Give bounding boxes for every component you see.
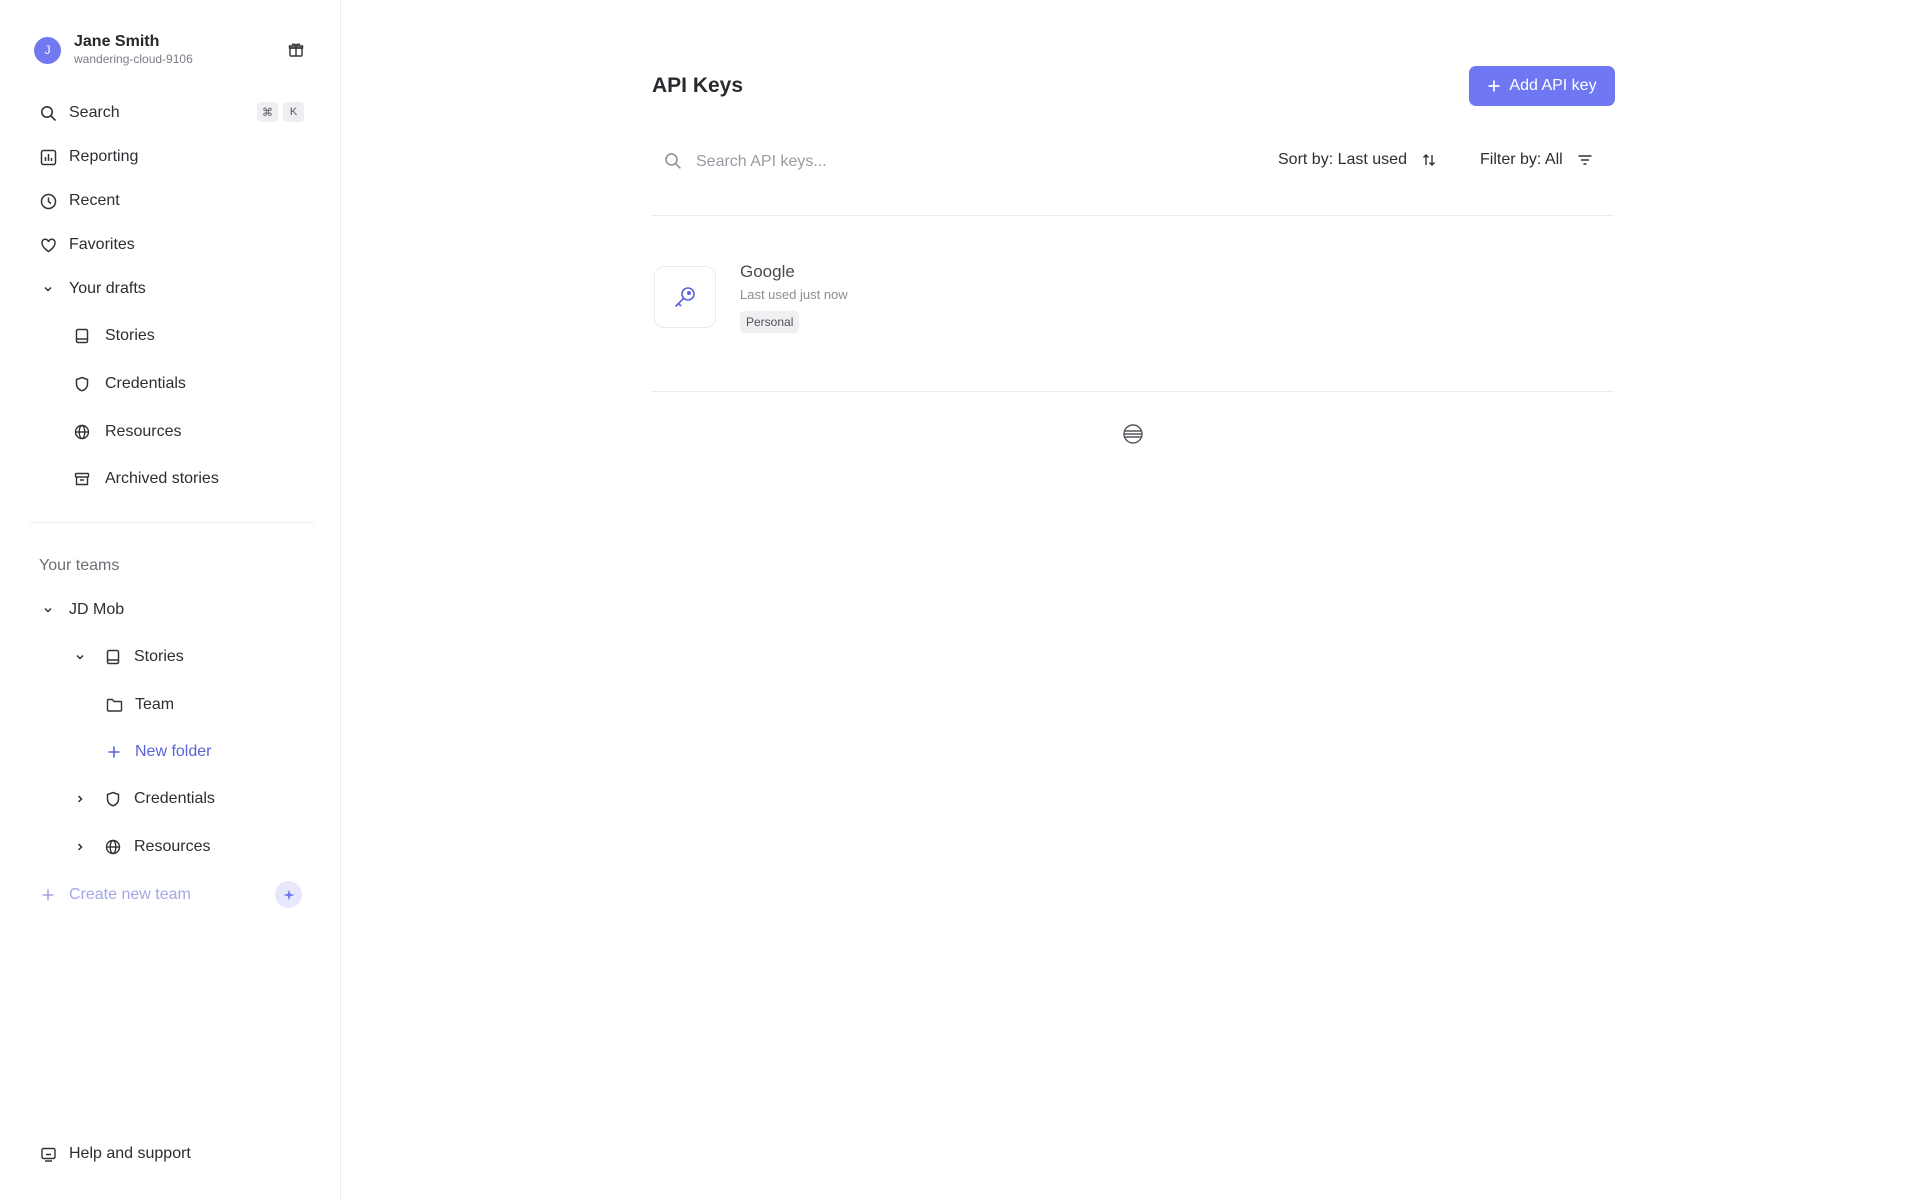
sort-arrows-icon bbox=[1422, 154, 1435, 166]
filter-label: Filter by: All bbox=[1480, 151, 1563, 168]
new-folder-label: New folder bbox=[135, 743, 212, 760]
page-title: API Keys bbox=[652, 74, 744, 97]
heart-icon bbox=[38, 235, 58, 255]
sidebar-item-reporting[interactable]: Reporting bbox=[38, 144, 138, 170]
user-menu[interactable]: J Jane Smith wandering-cloud-9106 bbox=[34, 32, 306, 68]
sidebar-item-drafts-stories[interactable]: Stories bbox=[72, 323, 155, 349]
sidebar-item-label: Recent bbox=[69, 192, 120, 209]
sidebar-item-team-credentials[interactable]: Credentials bbox=[72, 786, 215, 812]
add-api-key-label: Add API key bbox=[1509, 77, 1597, 94]
help-support-label: Help and support bbox=[69, 1145, 191, 1162]
bar-chart-icon bbox=[38, 147, 58, 167]
sidebar-item-drafts-credentials[interactable]: Credentials bbox=[72, 371, 186, 397]
search-input[interactable] bbox=[696, 147, 1196, 177]
sparkle-icon[interactable] bbox=[275, 881, 302, 908]
sidebar-item-label: Archived stories bbox=[105, 470, 219, 487]
k-key: K bbox=[283, 102, 304, 122]
avatar[interactable]: J bbox=[34, 36, 61, 64]
chevron-right-icon[interactable] bbox=[72, 839, 88, 855]
sidebar-item-drafts[interactable]: Your drafts bbox=[38, 276, 146, 302]
chevron-down-icon[interactable] bbox=[72, 649, 88, 665]
api-key-badge: Personal bbox=[740, 311, 800, 333]
search-icon bbox=[38, 103, 58, 123]
filter-icon bbox=[1578, 155, 1592, 165]
sidebar-item-favorites[interactable]: Favorites bbox=[38, 232, 135, 258]
filter-dropdown[interactable]: Filter by: All bbox=[1480, 151, 1593, 169]
api-key-last-used: Last used just now bbox=[740, 287, 848, 302]
plus-icon bbox=[38, 885, 58, 905]
sidebar-item-label: Resources bbox=[134, 838, 211, 855]
sidebar: J Jane Smith wandering-cloud-9106 Search… bbox=[0, 0, 341, 1200]
sidebar-item-drafts-resources[interactable]: Resources bbox=[72, 419, 181, 445]
divider bbox=[652, 391, 1614, 392]
clock-icon bbox=[38, 191, 58, 211]
cmd-key: ⌘ bbox=[257, 102, 278, 122]
teams-section-label: Your teams bbox=[39, 557, 120, 574]
api-key-row[interactable]: Google Last used just now Personal bbox=[652, 256, 1614, 336]
shield-icon bbox=[72, 374, 92, 394]
user-name: Jane Smith bbox=[74, 33, 160, 50]
globe-icon bbox=[72, 422, 92, 442]
book-icon bbox=[72, 326, 92, 346]
gift-icon[interactable] bbox=[286, 40, 306, 60]
search-shortcut: ⌘ K bbox=[257, 102, 304, 122]
user-handle: wandering-cloud-9106 bbox=[74, 52, 193, 66]
globe-icon bbox=[103, 837, 123, 857]
help-support-button[interactable]: Help and support bbox=[38, 1141, 191, 1167]
help-chat-icon bbox=[38, 1144, 58, 1164]
new-folder-button[interactable]: New folder bbox=[104, 739, 211, 765]
create-team-button[interactable]: Create new team bbox=[38, 882, 191, 908]
sidebar-item-label: Credentials bbox=[105, 375, 186, 392]
key-icon bbox=[654, 266, 716, 328]
search-toolbar: Sort by: Last used Filter by: All bbox=[652, 140, 1614, 184]
sidebar-item-label: Credentials bbox=[134, 790, 215, 807]
sidebar-item-archived-stories[interactable]: Archived stories bbox=[72, 466, 219, 492]
sidebar-item-team-stories[interactable]: Stories bbox=[72, 644, 184, 670]
sidebar-item-label: JD Mob bbox=[69, 601, 125, 618]
sidebar-item-team-resources[interactable]: Resources bbox=[72, 834, 210, 860]
sidebar-item-label: Stories bbox=[134, 648, 184, 665]
sidebar-item-label: Your drafts bbox=[69, 280, 146, 297]
loading-icon bbox=[1122, 423, 1144, 445]
plus-icon bbox=[1488, 80, 1500, 92]
sidebar-item-label: Favorites bbox=[69, 236, 135, 253]
divider bbox=[652, 215, 1614, 216]
archive-icon bbox=[72, 469, 92, 489]
sidebar-item-recent[interactable]: Recent bbox=[38, 188, 120, 214]
sidebar-item-team-jd-mob[interactable]: JD Mob bbox=[38, 597, 124, 623]
sort-dropdown[interactable]: Sort by: Last used bbox=[1278, 151, 1437, 169]
add-api-key-button[interactable]: Add API key bbox=[1469, 66, 1615, 106]
search-nav-label: Search bbox=[69, 104, 120, 121]
folder-icon bbox=[104, 695, 124, 715]
sidebar-item-label: Stories bbox=[105, 327, 155, 344]
sidebar-item-label: Resources bbox=[105, 423, 182, 440]
book-icon bbox=[103, 647, 123, 667]
sidebar-divider bbox=[30, 522, 314, 523]
plus-icon bbox=[104, 742, 124, 762]
sort-label: Sort by: Last used bbox=[1278, 151, 1407, 168]
chevron-right-icon[interactable] bbox=[72, 791, 88, 807]
create-team-label: Create new team bbox=[69, 886, 191, 903]
search-icon bbox=[664, 152, 682, 175]
chevron-down-icon[interactable] bbox=[38, 279, 58, 299]
shield-icon bbox=[103, 789, 123, 809]
sidebar-item-team-folder[interactable]: Team bbox=[104, 692, 174, 718]
chevron-down-icon[interactable] bbox=[38, 600, 58, 620]
api-key-name[interactable]: Google bbox=[740, 262, 795, 282]
sidebar-item-label: Team bbox=[135, 696, 175, 713]
sidebar-item-label: Reporting bbox=[69, 148, 139, 165]
